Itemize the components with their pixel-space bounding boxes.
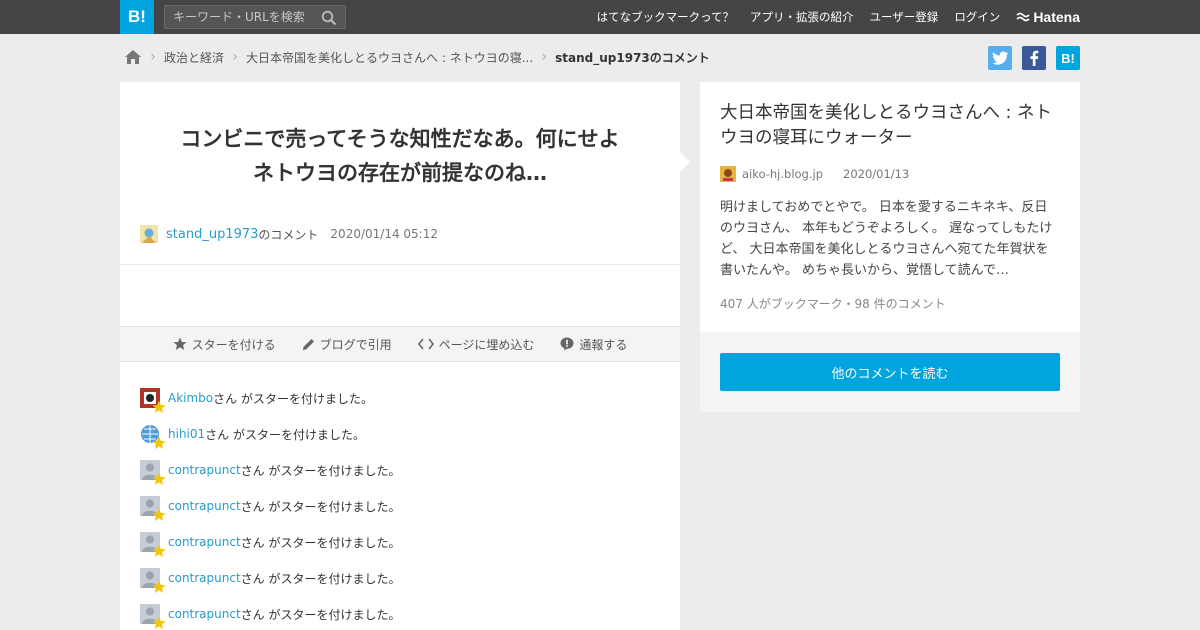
site-favicon-icon bbox=[720, 166, 736, 182]
search-input[interactable] bbox=[165, 6, 315, 28]
star-icon bbox=[152, 436, 166, 449]
star-icon bbox=[152, 544, 166, 557]
report-label: 通報する bbox=[579, 337, 628, 352]
blog-quote-label: ブログで引用 bbox=[319, 337, 392, 352]
star-message: さん がスターを付けました。 bbox=[240, 463, 401, 478]
entry-meta: aiko-hj.blog.jp 2020/01/13 bbox=[720, 166, 909, 182]
star-list-item: hihi01 さん がスターを付けました。 bbox=[140, 416, 660, 452]
star-username[interactable]: contrapunct bbox=[168, 535, 241, 549]
star-message: さん がスターを付けました。 bbox=[240, 499, 401, 514]
star-icon bbox=[152, 508, 166, 521]
entry-date: 2020/01/13 bbox=[843, 167, 910, 181]
entry-domain[interactable]: aiko-hj.blog.jp bbox=[742, 167, 823, 181]
star-list-item: contrapunct さん がスターを付けました。 bbox=[140, 488, 660, 524]
avatar[interactable] bbox=[140, 532, 166, 557]
entry-title[interactable]: 大日本帝国を美化しとるウヨさんへ : ネトウヨの寝耳にウォーター bbox=[720, 101, 1065, 151]
comment-suffix: のコメント bbox=[258, 227, 319, 242]
entry-counts[interactable]: 407 人がブックマーク・98 件のコメント bbox=[720, 295, 946, 312]
avatar[interactable] bbox=[140, 604, 166, 629]
search-icon[interactable] bbox=[321, 10, 337, 26]
star-list-item: contrapunct さん がスターを付けました。 bbox=[140, 452, 660, 488]
blog-quote-button[interactable]: ブログで引用 bbox=[302, 336, 392, 353]
hatena-logo[interactable]: Hatena bbox=[1016, 9, 1080, 25]
star-message: さん がスターを付けました。 bbox=[213, 391, 373, 406]
comment-meta: stand_up1973 のコメント 2020/01/14 05:12 bbox=[140, 225, 438, 243]
twitter-icon bbox=[992, 51, 1008, 65]
star-icon bbox=[152, 400, 166, 413]
breadcrumb-current: stand_up1973のコメント bbox=[555, 50, 710, 65]
add-star-button[interactable]: スターを付ける bbox=[172, 336, 276, 353]
comment-timestamp: 2020/01/14 05:12 bbox=[330, 227, 438, 241]
star-list: Akimbo さん がスターを付けました。 hihi01 さん がスターを付けました… bbox=[140, 380, 660, 630]
star-list-item: contrapunct さん がスターを付けました。 bbox=[140, 560, 660, 596]
report-icon bbox=[560, 337, 574, 351]
avatar[interactable] bbox=[140, 460, 166, 485]
chevron-right-icon: › bbox=[232, 49, 238, 65]
add-star-label: スターを付ける bbox=[191, 337, 276, 352]
star-list-item: Akimbo さん がスターを付けました。 bbox=[140, 380, 660, 416]
star-username[interactable]: contrapunct bbox=[168, 607, 241, 621]
embed-label: ページに埋め込む bbox=[438, 337, 535, 352]
hatena-logo-text: Hatena bbox=[1033, 9, 1080, 25]
comment-text: コンビニで売ってそうな知性だなあ。何にせよ ネトウヨの存在が前提なのね… bbox=[120, 122, 680, 190]
avatar[interactable] bbox=[140, 568, 166, 593]
breadcrumb-entry[interactable]: 大日本帝国を美化しとるウヨさんへ : ネトウヨの寝... bbox=[246, 49, 533, 66]
share-buttons: B! bbox=[988, 46, 1080, 70]
user-avatar-icon[interactable] bbox=[140, 225, 158, 243]
code-icon bbox=[417, 338, 434, 350]
entry-card: 大日本帝国を美化しとるウヨさんへ : ネトウヨの寝耳にウォーター aiko-hj… bbox=[700, 82, 1080, 332]
star-icon bbox=[152, 472, 166, 485]
pencil-icon bbox=[302, 338, 314, 350]
breadcrumb-category[interactable]: 政治と経済 bbox=[164, 49, 224, 66]
avatar[interactable] bbox=[140, 424, 166, 449]
report-button[interactable]: 通報する bbox=[560, 336, 627, 353]
search-box[interactable] bbox=[164, 5, 346, 29]
star-username[interactable]: hihi01 bbox=[168, 427, 205, 441]
twitter-share-button[interactable] bbox=[988, 46, 1012, 70]
star-icon bbox=[152, 580, 166, 593]
comment-text-line: コンビニで売ってそうな知性だなあ。何にせよ bbox=[180, 127, 620, 151]
breadcrumb: › 政治と経済 › 大日本帝国を美化しとるウヨさんへ : ネトウヨの寝... ›… bbox=[124, 46, 710, 68]
comment-username[interactable]: stand_up1973 bbox=[166, 227, 258, 242]
hatena-bookmark-logo[interactable]: B! bbox=[120, 0, 154, 34]
nav-about[interactable]: はてなブックマークって？ bbox=[597, 9, 734, 25]
entry-card-footer: 他のコメントを読む bbox=[700, 332, 1080, 412]
star-username[interactable]: Akimbo bbox=[168, 391, 213, 405]
star-username[interactable]: contrapunct bbox=[168, 463, 241, 477]
star-list-item: contrapunct さん がスターを付けました。 bbox=[140, 524, 660, 560]
chevron-right-icon: › bbox=[150, 49, 156, 65]
hatena-bookmark-share-button[interactable]: B! bbox=[1056, 46, 1080, 70]
hatena-wave-icon bbox=[1016, 12, 1030, 22]
star-message: さん がスターを付けました。 bbox=[240, 571, 401, 586]
star-message: さん がスターを付けました。 bbox=[240, 535, 401, 550]
action-bar: スターを付ける ブログで引用 ページに埋め込む 通報する bbox=[120, 326, 680, 362]
star-icon bbox=[172, 337, 187, 350]
facebook-share-button[interactable] bbox=[1022, 46, 1046, 70]
top-nav: はてなブックマークって？ アプリ・拡張の紹介 ユーザー登録 ログイン Haten… bbox=[597, 0, 1080, 34]
facebook-icon bbox=[1030, 50, 1039, 66]
star-username[interactable]: contrapunct bbox=[168, 571, 241, 585]
chevron-right-icon: › bbox=[541, 49, 547, 65]
entry-summary: 明けましておめでとやで。 日本を愛するニキネキ、反日のウヨさん、 本年もどうぞよ… bbox=[720, 200, 1053, 278]
star-username[interactable]: contrapunct bbox=[168, 499, 241, 513]
embed-button[interactable]: ページに埋め込む bbox=[417, 336, 535, 353]
avatar[interactable] bbox=[140, 388, 166, 413]
nav-register[interactable]: ユーザー登録 bbox=[870, 9, 939, 25]
nav-apps[interactable]: アプリ・拡張の紹介 bbox=[750, 9, 854, 25]
star-icon bbox=[152, 616, 166, 629]
home-icon[interactable] bbox=[124, 49, 142, 65]
star-list-item: contrapunct さん がスターを付けました。 bbox=[140, 596, 660, 630]
card-pointer bbox=[680, 152, 690, 172]
avatar[interactable] bbox=[140, 496, 166, 521]
read-other-comments-button[interactable]: 他のコメントを読む bbox=[720, 353, 1060, 391]
comment-text-line: ネトウヨの存在が前提なのね… bbox=[253, 161, 547, 185]
comment-card: コンビニで売ってそうな知性だなあ。何にせよ ネトウヨの存在が前提なのね… sta… bbox=[120, 82, 680, 630]
top-bar: B! はてなブックマークって？ アプリ・拡張の紹介 ユーザー登録 ログイン Ha… bbox=[0, 0, 1200, 34]
divider bbox=[120, 264, 680, 265]
nav-login[interactable]: ログイン bbox=[954, 9, 1000, 25]
star-message: さん がスターを付けました。 bbox=[240, 607, 401, 622]
star-message: さん がスターを付けました。 bbox=[205, 427, 365, 442]
